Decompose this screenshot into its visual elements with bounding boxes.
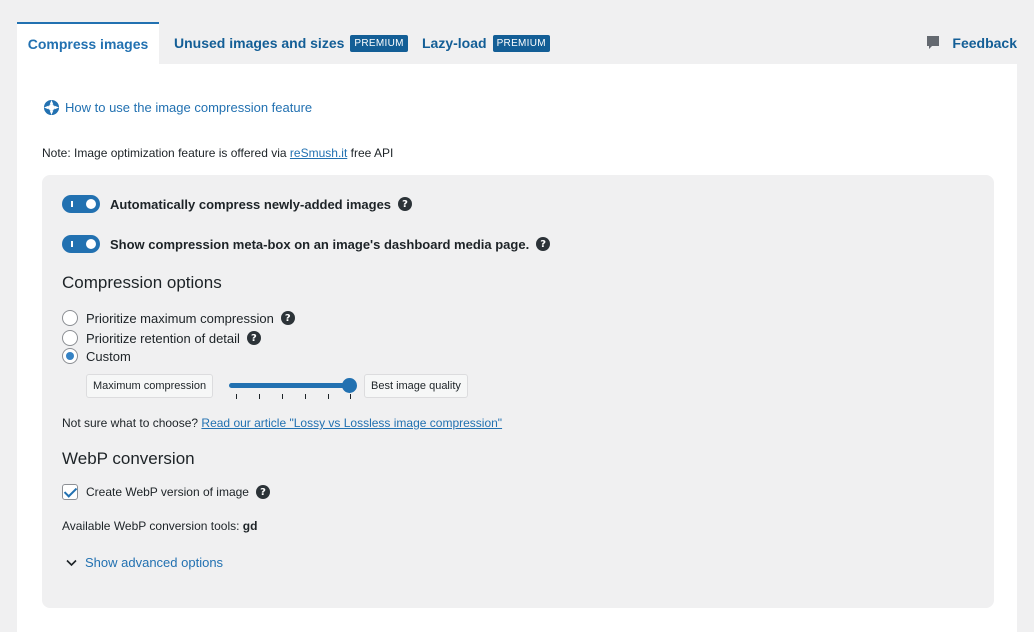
feedback-label: Feedback	[952, 35, 1017, 51]
feedback-link[interactable]: Feedback	[926, 22, 1017, 64]
help-icon[interactable]: ?	[255, 485, 270, 499]
slider-tick	[259, 394, 260, 399]
slider-max-label: Best image quality	[364, 374, 468, 398]
premium-badge: PREMIUM	[492, 34, 550, 52]
tab-label: Unused images and sizes	[174, 35, 345, 51]
slider-tick	[282, 394, 283, 399]
howto-label: How to use the image compression feature	[65, 100, 313, 115]
toggle-label: Automatically compress newly-added image…	[110, 196, 392, 212]
howto-link[interactable]: How to use the image compression feature	[43, 99, 312, 116]
slider-tick	[328, 394, 329, 399]
radio-row-custom: Custom	[62, 348, 131, 364]
choose-prefix: Not sure what to choose?	[62, 416, 202, 430]
tools-prefix: Available WebP conversion tools:	[62, 519, 243, 533]
custom-radio[interactable]	[62, 348, 78, 364]
show-advanced-options[interactable]: Show advanced options	[66, 555, 223, 570]
main-panel: How to use the image compression feature…	[17, 64, 1017, 632]
speech-bubble-icon	[927, 36, 940, 49]
help-icon[interactable]: ?	[398, 197, 413, 211]
slider-tick	[236, 394, 237, 399]
tab-unused-images[interactable]: Unused images and sizes PREMIUM	[174, 22, 408, 64]
advanced-label: Show advanced options	[85, 555, 224, 570]
tab-compress-images[interactable]: Compress images	[17, 22, 159, 64]
tab-lazy-load[interactable]: Lazy-load PREMIUM	[422, 22, 550, 64]
slider-min-label: Maximum compression	[86, 374, 214, 398]
toggle-row-meta-box: Show compression meta-box on an image's …	[62, 235, 551, 253]
webp-heading: WebP conversion	[62, 449, 195, 468]
premium-badge: PREMIUM	[350, 34, 408, 52]
radio-row-retention: Prioritize retention of detail ?	[62, 330, 261, 346]
chevron-down-icon	[66, 559, 77, 566]
toggle-row-auto-compress: Automatically compress newly-added image…	[62, 195, 413, 213]
slider-tick	[305, 394, 306, 399]
auto-compress-toggle[interactable]	[62, 195, 100, 213]
lossy-article-link[interactable]: Read our article "Lossy vs Lossless imag…	[201, 416, 502, 430]
radio-label: Prioritize maximum compression	[86, 310, 274, 326]
webp-checkbox[interactable]	[62, 484, 78, 500]
note-suffix: free API	[347, 146, 394, 160]
meta-box-toggle[interactable]	[62, 235, 100, 253]
quality-slider-row: Maximum compression Best image quality	[86, 374, 486, 400]
help-icon[interactable]: ?	[280, 311, 295, 325]
api-note: Note: Image optimization feature is offe…	[42, 146, 393, 160]
max-compression-radio[interactable]	[62, 310, 78, 326]
resmush-link[interactable]: reSmush.it	[290, 146, 347, 160]
retention-radio[interactable]	[62, 330, 78, 346]
choose-help-text: Not sure what to choose? Read our articl…	[62, 416, 502, 430]
radio-label: Prioritize retention of detail	[86, 330, 240, 346]
tab-label: Lazy-load	[422, 35, 487, 51]
toggle-label: Show compression meta-box on an image's …	[110, 236, 530, 252]
lifebuoy-icon	[43, 99, 60, 116]
note-prefix: Note: Image optimization feature is offe…	[42, 146, 290, 160]
webp-checkbox-label: Create WebP version of image	[86, 485, 249, 499]
radio-label: Custom	[86, 348, 131, 364]
webp-tools-text: Available WebP conversion tools: gd	[62, 519, 257, 533]
help-icon[interactable]: ?	[246, 331, 261, 345]
slider-tick	[350, 394, 351, 399]
settings-box: Automatically compress newly-added image…	[42, 175, 994, 608]
radio-row-max-compression: Prioritize maximum compression ?	[62, 310, 295, 326]
tab-label: Compress images	[27, 36, 149, 52]
help-icon[interactable]: ?	[536, 237, 551, 251]
webp-check-row: Create WebP version of image ?	[62, 484, 270, 500]
tools-value: gd	[242, 519, 258, 533]
quality-slider-thumb[interactable]	[342, 378, 357, 393]
quality-slider-track[interactable]	[229, 383, 351, 388]
tab-bar: Compress images Unused images and sizes …	[17, 22, 1017, 64]
compression-heading: Compression options	[62, 273, 222, 292]
